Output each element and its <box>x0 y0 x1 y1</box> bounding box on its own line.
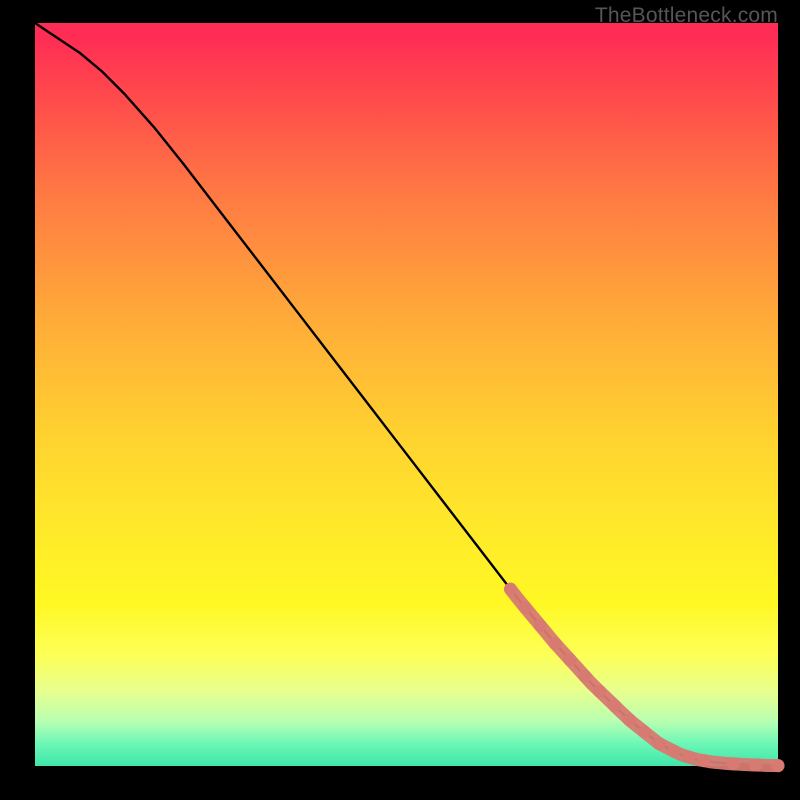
data-marker <box>638 725 651 738</box>
data-marker <box>608 699 621 712</box>
data-marker <box>667 745 680 758</box>
data-marker <box>504 583 517 596</box>
data-marker <box>653 737 666 750</box>
data-marker <box>623 713 636 726</box>
data-marker <box>593 685 606 698</box>
chart-overlay <box>35 23 778 766</box>
data-marker <box>727 757 740 770</box>
data-markers-group <box>504 583 784 772</box>
data-marker <box>772 759 785 772</box>
data-marker <box>519 601 532 614</box>
data-marker <box>749 759 762 772</box>
curve-highlight-segment <box>511 589 778 765</box>
data-marker <box>578 670 591 683</box>
data-marker <box>682 751 695 764</box>
data-marker <box>549 637 562 650</box>
curve-main <box>35 23 778 766</box>
data-marker <box>534 619 547 632</box>
data-marker <box>697 754 710 767</box>
data-marker <box>563 653 576 666</box>
